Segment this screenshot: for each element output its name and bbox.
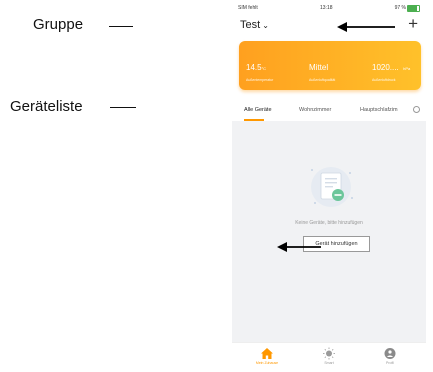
room-settings-icon[interactable]: [413, 106, 420, 113]
annotation-arrow-add-device: [277, 242, 321, 252]
clock: 13:18: [320, 5, 333, 11]
group-selector[interactable]: Test ⌄: [240, 19, 269, 31]
tab-living-room[interactable]: Wohnzimmer: [299, 107, 331, 113]
carrier-text: SIM fehlt: [238, 5, 258, 11]
device-list: Keine Geräte, bitte hinzufügen Gerät hin…: [232, 121, 426, 342]
chevron-down-icon: ⌄: [262, 21, 269, 30]
tab-all-devices[interactable]: Alle Geräte: [244, 107, 272, 113]
annotation-group-line: [109, 26, 133, 27]
annotation-arrow-group: [337, 22, 395, 32]
tab-master-bedroom[interactable]: Hauptschlafzim: [360, 107, 398, 113]
outdoor-air-quality: Mittel Außenluftqualität: [309, 63, 336, 82]
add-button[interactable]: +: [408, 15, 418, 32]
nav-profile-label: Profil: [386, 361, 394, 365]
outdoor-air-pressure: 1020.... hPa Außenluftdruck: [372, 63, 411, 82]
nav-home-label: Mein Zuhause: [255, 361, 279, 365]
nav-home[interactable]: Mein Zuhause: [247, 347, 287, 365]
profile-icon: [384, 348, 396, 359]
group-name: Test: [240, 19, 261, 31]
status-bar: SIM fehlt 13:18 97 %: [232, 2, 426, 14]
home-icon: [261, 348, 273, 359]
bottom-nav: Mein Zuhause Smart Profil: [232, 342, 426, 372]
outdoor-temperature: 14.5°C Außentemperatur: [246, 63, 274, 82]
nav-smart[interactable]: Smart: [309, 347, 349, 365]
annotation-group-label: Gruppe: [33, 16, 84, 33]
phone-screen: SIM fehlt 13:18 97 % Test ⌄ + 14.5°C Auße…: [232, 0, 426, 372]
sun-icon: [323, 347, 335, 360]
room-tabs: Alle Geräte Wohnzimmer Hauptschlafzim: [232, 100, 426, 122]
empty-document-icon: [311, 167, 353, 207]
empty-state-text: Keine Geräte, bitte hinzufügen: [295, 220, 363, 226]
battery-icon: [407, 5, 420, 12]
annotation-device-list-label: Geräteliste: [10, 98, 83, 115]
nav-profile[interactable]: Profil: [370, 347, 410, 365]
nav-smart-label: Smart: [324, 361, 334, 365]
weather-card[interactable]: 14.5°C Außentemperatur Mittel Außenluftq…: [239, 41, 421, 90]
annotation-device-list-line: [110, 107, 136, 108]
battery-percent: 97 %: [394, 5, 406, 11]
